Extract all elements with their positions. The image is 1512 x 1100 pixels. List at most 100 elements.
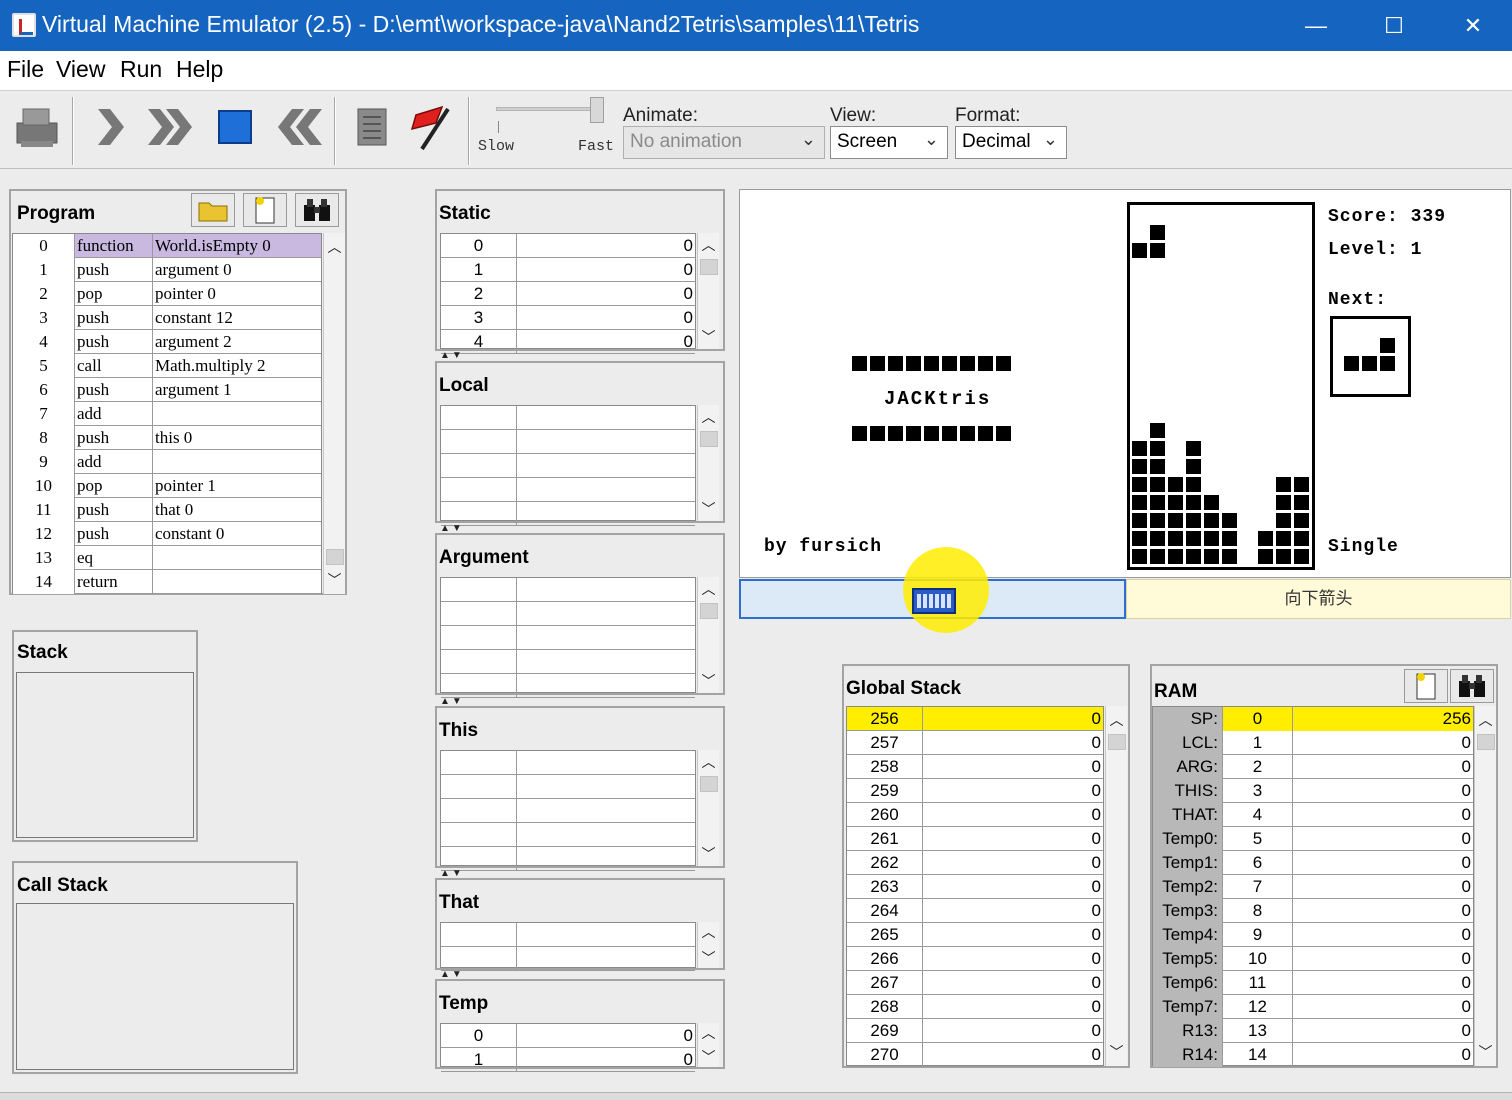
- segment-row-empty[interactable]: [441, 406, 695, 430]
- ram-row[interactable]: Temp7: 12 0: [1153, 995, 1473, 1019]
- segment-row-empty[interactable]: [441, 847, 695, 871]
- local-scrollbar[interactable]: ︿ ﹀: [697, 405, 719, 521]
- ram-row[interactable]: R14: 14 0: [1153, 1043, 1473, 1067]
- scroll-down-icon[interactable]: ﹀: [698, 671, 719, 691]
- ram-row[interactable]: Temp6: 11 0: [1153, 971, 1473, 995]
- program-row[interactable]: 7 add: [13, 402, 321, 426]
- single-step-button[interactable]: [82, 99, 138, 155]
- ram-row[interactable]: THIS: 3 0: [1153, 779, 1473, 803]
- global-stack-row[interactable]: 261 0: [847, 827, 1103, 851]
- program-row[interactable]: 12 push constant 0: [13, 522, 321, 546]
- stop-button[interactable]: [207, 99, 263, 155]
- segment-row-empty[interactable]: [441, 775, 695, 799]
- scroll-down-icon[interactable]: ﹀: [698, 948, 719, 968]
- menu-help[interactable]: Help: [176, 56, 223, 83]
- program-row[interactable]: 10 pop pointer 1: [13, 474, 321, 498]
- global-stack-row[interactable]: 269 0: [847, 1019, 1103, 1043]
- scroll-up-icon[interactable]: ︿: [698, 407, 719, 427]
- global-stack-scrollbar[interactable]: ︿ ﹀: [1105, 706, 1127, 1066]
- global-stack-row[interactable]: 264 0: [847, 899, 1103, 923]
- program-row[interactable]: 2 pop pointer 0: [13, 282, 321, 306]
- segment-row-empty[interactable]: [441, 626, 695, 650]
- speed-slider-track[interactable]: [496, 107, 604, 111]
- global-stack-row[interactable]: 263 0: [847, 875, 1103, 899]
- ram-row[interactable]: Temp2: 7 0: [1153, 875, 1473, 899]
- static-table[interactable]: 0010203040: [440, 233, 696, 354]
- segment-row[interactable]: 10: [441, 258, 695, 282]
- view-select[interactable]: Screen ⌄: [830, 126, 948, 159]
- scroll-up-icon[interactable]: ︿: [1106, 710, 1127, 730]
- scroll-up-icon[interactable]: ︿: [698, 579, 719, 599]
- maximize-button[interactable]: ☐: [1355, 0, 1433, 51]
- segment-row-empty[interactable]: [441, 823, 695, 847]
- scroll-up-icon[interactable]: ︿: [698, 752, 719, 772]
- scroll-down-icon[interactable]: ﹀: [698, 499, 719, 519]
- keyboard-icon[interactable]: [912, 588, 956, 614]
- segment-row-empty[interactable]: [441, 502, 695, 526]
- local-table[interactable]: [440, 405, 696, 526]
- scroll-down-icon[interactable]: ﹀: [1475, 1042, 1496, 1062]
- menu-file[interactable]: File: [7, 56, 44, 83]
- segment-row[interactable]: 30: [441, 306, 695, 330]
- segment-row-empty[interactable]: [441, 454, 695, 478]
- scroll-down-icon[interactable]: ﹀: [698, 327, 719, 347]
- global-stack-row[interactable]: 256 0: [847, 707, 1103, 731]
- ram-row[interactable]: Temp3: 8 0: [1153, 899, 1473, 923]
- program-scrollbar[interactable]: ︿ ﹀: [323, 233, 345, 594]
- program-row[interactable]: 0 function World.isEmpty 0: [13, 234, 321, 258]
- global-stack-row[interactable]: 260 0: [847, 803, 1103, 827]
- global-stack-row[interactable]: 270 0: [847, 1043, 1103, 1067]
- scroll-up-icon[interactable]: ︿: [1475, 710, 1496, 730]
- ram-row[interactable]: SP: 0 256: [1153, 707, 1473, 731]
- this-scrollbar[interactable]: ︿ ﹀: [697, 750, 719, 866]
- segment-row[interactable]: 20: [441, 282, 695, 306]
- program-row[interactable]: 4 push argument 2: [13, 330, 321, 354]
- ram-scrollbar[interactable]: ︿ ﹀: [1474, 706, 1496, 1066]
- scroll-thumb[interactable]: [1108, 734, 1126, 750]
- program-row[interactable]: 5 call Math.multiply 2: [13, 354, 321, 378]
- scroll-thumb[interactable]: [700, 431, 718, 447]
- breakpoints-button[interactable]: [404, 99, 460, 155]
- global-stack-row[interactable]: 265 0: [847, 923, 1103, 947]
- global-stack-row[interactable]: 267 0: [847, 971, 1103, 995]
- ram-row[interactable]: ARG: 2 0: [1153, 755, 1473, 779]
- ram-row[interactable]: LCL: 1 0: [1153, 731, 1473, 755]
- segment-row-empty[interactable]: [441, 923, 695, 947]
- scroll-up-icon[interactable]: ︿: [698, 922, 719, 942]
- segment-row-empty[interactable]: [441, 650, 695, 674]
- ram-row[interactable]: R13: 13 0: [1153, 1019, 1473, 1043]
- program-row[interactable]: 14 return: [13, 570, 321, 594]
- splitter-arrows[interactable]: ▲▼: [440, 350, 464, 361]
- call-stack-list[interactable]: [16, 903, 294, 1070]
- new-file-button[interactable]: [243, 193, 287, 227]
- program-table[interactable]: 0 function World.isEmpty 0 1 push argument 02…: [12, 233, 322, 594]
- global-stack-row[interactable]: 268 0: [847, 995, 1103, 1019]
- scroll-thumb[interactable]: [700, 603, 718, 619]
- format-select[interactable]: Decimal ⌄: [955, 126, 1067, 159]
- that-scrollbar[interactable]: ︿ ﹀: [697, 922, 719, 968]
- open-program-button[interactable]: [191, 193, 235, 227]
- this-table[interactable]: [440, 750, 696, 871]
- run-button[interactable]: [144, 99, 200, 155]
- program-row[interactable]: 3 push constant 12: [13, 306, 321, 330]
- scroll-up-icon[interactable]: ︿: [698, 235, 719, 255]
- scroll-down-icon[interactable]: ﹀: [698, 844, 719, 864]
- scroll-down-icon[interactable]: ﹀: [324, 570, 345, 590]
- temp-scrollbar[interactable]: ︿ ﹀: [697, 1023, 719, 1067]
- animate-select[interactable]: No animation ⌄: [623, 126, 825, 159]
- segment-row[interactable]: 00: [441, 1024, 695, 1048]
- program-row[interactable]: 13 eq: [13, 546, 321, 570]
- segment-row[interactable]: 00: [441, 234, 695, 258]
- segment-row-empty[interactable]: [441, 674, 695, 698]
- segment-row[interactable]: 40: [441, 330, 695, 354]
- stack-list[interactable]: [16, 672, 194, 838]
- program-row[interactable]: 9 add: [13, 450, 321, 474]
- segment-row-empty[interactable]: [441, 751, 695, 775]
- search-program-button[interactable]: [295, 193, 339, 227]
- scroll-thumb[interactable]: [700, 776, 718, 792]
- scroll-up-icon[interactable]: ︿: [698, 1023, 719, 1043]
- program-row[interactable]: 6 push argument 1: [13, 378, 321, 402]
- load-program-button[interactable]: [8, 99, 64, 155]
- program-row[interactable]: 1 push argument 0: [13, 258, 321, 282]
- scroll-thumb[interactable]: [326, 549, 344, 565]
